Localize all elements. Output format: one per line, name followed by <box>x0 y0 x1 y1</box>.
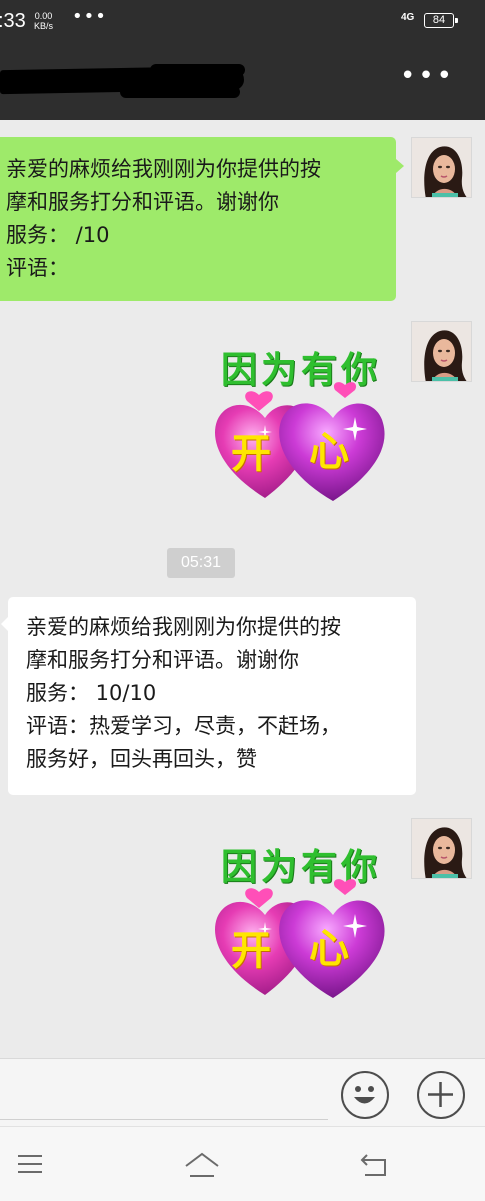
chat-title-bar: ••• <box>0 44 485 120</box>
message-line: 评语：热爱学习，尽责，不赶场， <box>26 714 341 738</box>
avatar[interactable] <box>411 137 472 198</box>
avatar-photo-icon <box>412 322 471 381</box>
avatar[interactable] <box>411 321 472 382</box>
message-input[interactable] <box>0 1067 328 1120</box>
message-line: 服务： /10 <box>6 223 110 247</box>
network-speed-unit: KB/s <box>34 21 54 31</box>
chat-input-bar <box>0 1058 485 1126</box>
message-bubble-other[interactable]: 亲爱的麻烦给我刚刚为你提供的按 摩和服务打分和评语。谢谢你 服务： 10/10 … <box>1 597 416 795</box>
network-type: 4G <box>401 12 415 23</box>
heart-sticker[interactable]: 因为有你 开 心 <box>205 343 397 533</box>
avatar-photo-icon <box>412 819 471 878</box>
heart-sticker[interactable]: 因为有你 开 心 <box>205 840 397 1030</box>
home-icon[interactable] <box>183 1151 221 1179</box>
message-line: 摩和服务打分和评语。谢谢你 <box>26 648 299 672</box>
avatar-photo-icon <box>412 138 471 197</box>
notification-dots-icon: ••• <box>72 6 107 27</box>
network-speed-value: 0.00 <box>34 11 53 21</box>
heart-right-text: 心 <box>309 925 349 972</box>
more-options-button[interactable]: ••• <box>400 63 455 89</box>
smiley-icon <box>354 1086 375 1104</box>
back-icon[interactable] <box>359 1151 389 1179</box>
message-bubble-self[interactable]: 亲爱的麻烦给我刚刚为你提供的按 摩和服务打分和评语。谢谢你 服务： /10 评语… <box>0 137 404 301</box>
message-line: 摩和服务打分和评语。谢谢你 <box>6 190 279 214</box>
message-line: 服务好，回头再回头，赞 <box>26 747 257 771</box>
message-timestamp: 05:31 <box>167 548 235 578</box>
menu-icon[interactable] <box>16 1151 44 1177</box>
message-line: 亲爱的麻烦给我刚刚为你提供的按 <box>6 157 321 181</box>
system-nav-bar <box>0 1126 485 1201</box>
redacted-chat-title-part <box>150 64 245 76</box>
heart-right-text: 心 <box>309 428 349 475</box>
emoji-button[interactable] <box>341 1071 389 1119</box>
add-attachment-button[interactable] <box>417 1071 465 1119</box>
redacted-chat-title-part <box>120 86 240 98</box>
battery-icon: 84 <box>424 13 458 28</box>
heart-left-text: 开 <box>231 430 271 477</box>
message-line: 服务： 10/10 <box>26 681 157 705</box>
network-speed: 0.00 KB/s <box>34 11 53 31</box>
plus-icon <box>428 1082 453 1107</box>
heart-left-text: 开 <box>231 927 271 974</box>
message-line: 评语： <box>6 256 69 280</box>
message-line: 亲爱的麻烦给我刚刚为你提供的按 <box>26 615 341 639</box>
avatar[interactable] <box>411 818 472 879</box>
status-bar: :33 0.00 KB/s ••• 4G 84 <box>0 0 485 44</box>
status-time: :33 <box>0 10 26 32</box>
